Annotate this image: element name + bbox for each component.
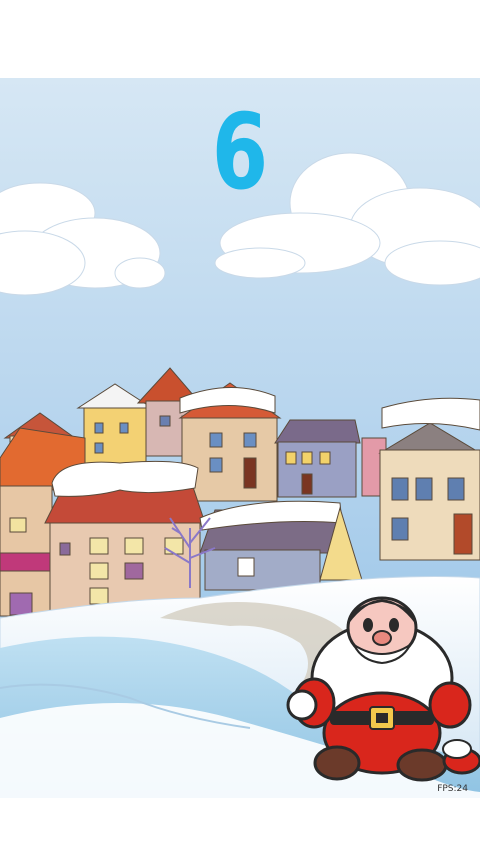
score-counter: 6	[211, 91, 269, 213]
top-letterbox	[0, 0, 480, 78]
fps-counter: FPS:24	[437, 784, 468, 794]
bottom-letterbox	[0, 798, 480, 853]
santa-icon[interactable]	[282, 583, 480, 783]
